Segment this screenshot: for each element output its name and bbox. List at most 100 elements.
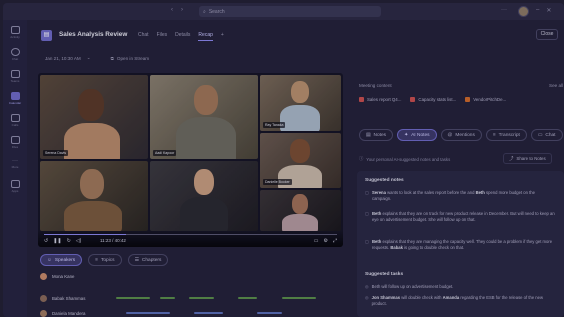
rail-item-calendar[interactable]: Calendar (3, 92, 27, 105)
recap-tabs: ▤ Notes ✦ AI Notes @ Mentions ≡ Transcri… (359, 129, 563, 141)
file-chip[interactable]: Sales report Q4... (359, 97, 401, 102)
more-options-icon[interactable]: ··· (501, 7, 507, 13)
task-icon: ◎ (365, 295, 369, 300)
suggested-notes-title: Suggested notes (365, 178, 404, 183)
tab-files[interactable]: Files (157, 32, 168, 41)
see-all-link[interactable]: See all (549, 83, 563, 88)
person-name: Beth (371, 211, 382, 216)
share-to-notes-button[interactable]: ⤴ Share to Notes (503, 153, 552, 164)
speaking-segment (194, 312, 224, 314)
suggested-note[interactable]: ▢ Beth explains that they are on track f… (365, 211, 555, 222)
suggested-note[interactable]: ▢ Serena wants to look at the sales repo… (365, 190, 555, 201)
speaker-row[interactable]: Babak Shammas (40, 293, 340, 303)
speaker-timeline[interactable] (97, 297, 340, 299)
participant-tile (40, 161, 148, 231)
minimize-icon[interactable]: – (536, 7, 539, 14)
meeting-icon: ▤ (41, 30, 52, 41)
speaker-row[interactable]: Mona Kane (40, 271, 340, 281)
recording-subheader: Jan 21, 10:30 AM ⌄ ⧉ Open in Stream (45, 55, 149, 61)
participant-tile: Aadi Kapoor (150, 75, 258, 159)
participant-name: Serena Davis (43, 150, 69, 156)
pdf-file-icon (359, 97, 364, 102)
tab-notes[interactable]: ▤ Notes (359, 129, 394, 141)
chevron-down-icon[interactable]: ⌄ (87, 55, 91, 61)
add-tab-button[interactable]: + (221, 32, 224, 41)
back-icon[interactable]: ‹ (171, 7, 173, 13)
forward-icon[interactable]: ↻ (67, 238, 71, 244)
suggested-note[interactable]: ▢ Beth explains that they are managing t… (365, 239, 555, 250)
task-icon: ◎ (365, 284, 369, 289)
sparkle-icon: ✦ (404, 132, 409, 138)
search-icon: ⌕ (203, 8, 206, 15)
rail-item-calls[interactable]: Calls (3, 114, 27, 127)
suggested-task[interactable]: ◎ Beth will follow up on advertisement b… (365, 284, 555, 290)
rail-item-activity[interactable]: Activity (3, 26, 27, 39)
user-avatar[interactable] (518, 6, 529, 17)
rewind-icon[interactable]: ↺ (44, 238, 48, 244)
player-right-controls: ▭ ⚙ ⤢ (314, 238, 337, 244)
rail-item-apps[interactable]: Apps (3, 180, 27, 193)
rail-item-more[interactable]: ··· More (3, 158, 27, 169)
settings-icon[interactable]: ⚙ (324, 238, 328, 244)
tab-speakers[interactable]: ☺ Speakers (40, 254, 83, 266)
search-placeholder: Search (208, 8, 225, 15)
progress-bar[interactable] (44, 234, 337, 235)
rail-item-teams[interactable]: Teams (3, 70, 27, 83)
page-title: Sales Analysis Review (59, 31, 128, 38)
tab-chat[interactable]: Chat (138, 32, 149, 41)
volume-icon[interactable]: ◁) (76, 238, 82, 244)
tab-label: Speakers (54, 257, 76, 263)
rail-label: Teams (10, 79, 20, 83)
tab-ai-notes[interactable]: ✦ AI Notes (397, 129, 437, 141)
speaking-segment (257, 312, 282, 314)
chat-icon (10, 48, 20, 56)
note-icon: ▢ (365, 239, 369, 244)
tab-chapters[interactable]: ☰ Chapters (127, 254, 169, 266)
speaker-row[interactable]: Daniela Mandera (40, 308, 340, 317)
speaking-segment (116, 297, 151, 299)
tab-topics[interactable]: ≡ Topics (88, 254, 122, 266)
forward-icon[interactable]: › (181, 7, 183, 13)
speaker-timeline[interactable] (97, 312, 340, 314)
person-name: Beth (371, 239, 382, 244)
open-in-stream-button[interactable]: ⧉ Open in Stream (111, 56, 149, 61)
share-icon: ⤴ (509, 155, 514, 161)
tab-label: Notes (373, 132, 387, 138)
pause-icon[interactable]: ❚❚ (53, 238, 61, 244)
tab-transcript[interactable]: ≡ Transcript (485, 129, 527, 141)
apps-icon (10, 180, 20, 188)
rail-item-files[interactable]: Files (3, 136, 27, 149)
close-window-icon[interactable]: ✕ (546, 7, 551, 14)
tab-mentions[interactable]: @ Mentions (440, 129, 482, 141)
open-in-stream-label: Open in Stream (116, 55, 150, 61)
ai-hint: ⓘ Your personal AI-suggested notes and t… (359, 156, 450, 162)
tab-details[interactable]: Details (175, 32, 190, 41)
participant-tile (150, 161, 258, 231)
avatar (40, 294, 47, 302)
recording-video-player[interactable]: Serena Davis Aadi Kapoor Ray Tanaka Dani… (38, 73, 343, 247)
rail-item-chat[interactable]: Chat (3, 48, 27, 61)
tab-chat[interactable]: ▭ Chat (530, 129, 563, 141)
note-body: is going to double check on that. (402, 244, 465, 250)
captions-icon[interactable]: ▭ (314, 238, 319, 244)
note-text: Beth explains that they are managing the… (372, 239, 555, 250)
search-input[interactable]: ⌕ Search (199, 6, 381, 17)
tab-label: Mentions (455, 132, 475, 138)
title-bar: ‹ › ⌕ Search ··· – ✕ (3, 3, 564, 20)
tab-recap[interactable]: Recap (198, 32, 213, 41)
file-name: VendorPitchDe... (473, 97, 507, 102)
close-button[interactable]: Close (536, 29, 558, 40)
recording-date: Jan 21, 10:30 AM (45, 55, 81, 61)
calendar-icon (10, 92, 20, 100)
nav-arrows: ‹ › (171, 7, 183, 13)
suggested-task[interactable]: ◎ Jon Shammas will double check with Ama… (365, 295, 555, 306)
fullscreen-icon[interactable]: ⤢ (333, 238, 337, 244)
recording-segments-tabs: ☺ Speakers ≡ Topics ☰ Chapters (40, 254, 169, 266)
file-name: Capacity stats list... (418, 97, 457, 102)
file-chip[interactable]: Capacity stats list... (410, 97, 456, 102)
speaker-name: Daniela Mandera (52, 310, 86, 316)
speaker-timeline[interactable] (97, 275, 340, 277)
participant-tile: Danielle Booker (260, 133, 341, 188)
file-chip[interactable]: VendorPitchDe... (465, 97, 506, 102)
tab-label: Transcript (498, 132, 520, 138)
